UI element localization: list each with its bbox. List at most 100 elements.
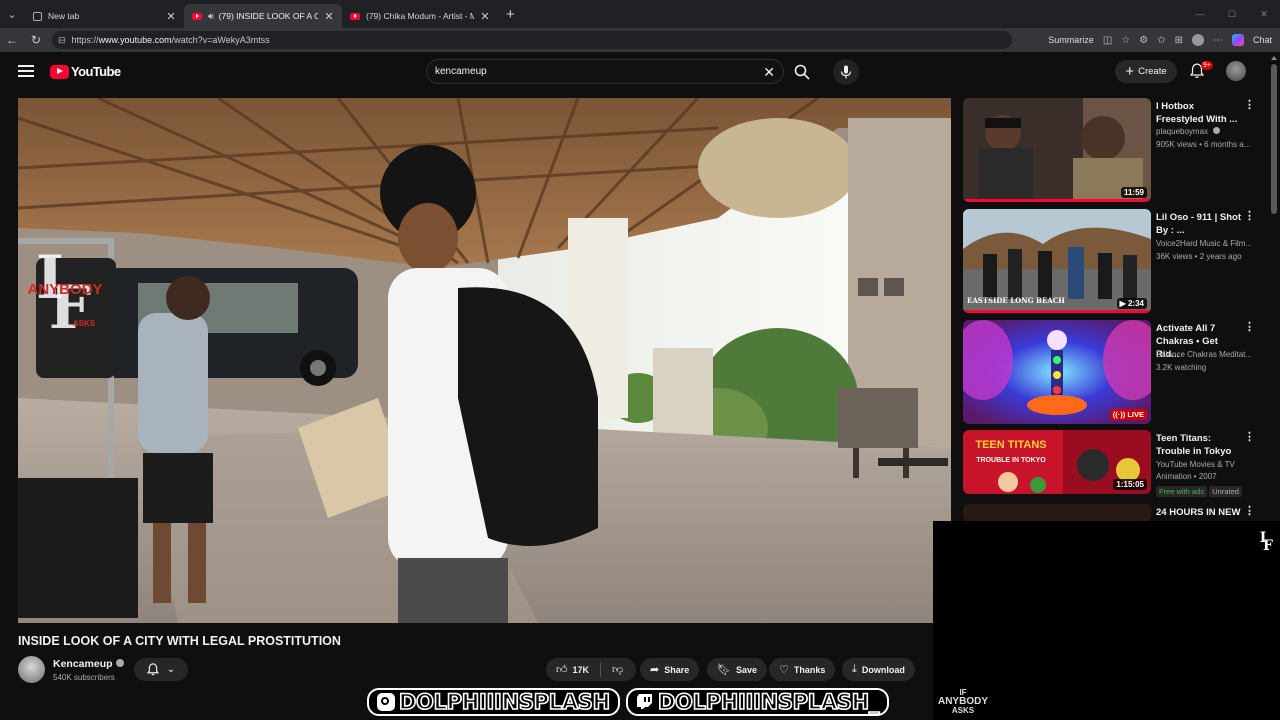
watch-progress-bar xyxy=(963,199,1151,202)
browser-tab-bar: ⌄ New tab ✕ 🔊︎ (79) INSIDE LOOK OF A CIT… xyxy=(0,0,1280,28)
tab-actions-chevron-icon[interactable]: ⌄ xyxy=(0,0,24,28)
favorite-star-icon[interactable]: ☆ xyxy=(1121,35,1130,46)
recommendation-channel[interactable]: Balance Chakras Meditat... xyxy=(1156,350,1251,359)
split-screen-icon[interactable]: ◫ xyxy=(1103,35,1112,46)
video-thumbnail[interactable]: TEEN TITANS TROUBLE IN TOKYO 1:15:05 xyxy=(963,430,1151,494)
back-arrow-icon[interactable]: ← xyxy=(0,33,24,47)
youtube-header: YouTube kencameup ✕ + Create 9+ xyxy=(0,52,1268,92)
search-button[interactable] xyxy=(788,59,816,84)
subscriber-count: 540K subscribers xyxy=(53,673,115,682)
bookmark-icon: 🔖︎ xyxy=(717,664,731,676)
channel-name[interactable]: Kencameup xyxy=(53,658,124,670)
recommendation-item[interactable]: 11:59 I Hotbox Freestyled With ... plaqu… xyxy=(963,98,1255,202)
recommendation-channel[interactable]: plaqueboymax xyxy=(1156,127,1251,136)
tab-new-tab[interactable]: New tab ✕ xyxy=(24,4,184,28)
window-controls: — ☐ ✕ xyxy=(1184,0,1280,28)
minimize-icon[interactable]: — xyxy=(1184,9,1216,19)
video-thumbnail[interactable]: 11:59 xyxy=(963,98,1151,202)
recommendation-meta: Animation • 2007 xyxy=(1156,472,1217,481)
chat-button[interactable]: Chat xyxy=(1253,35,1272,45)
close-window-icon[interactable]: ✕ xyxy=(1248,9,1280,20)
recommendation-tags: Free with ads Unrated xyxy=(1156,486,1251,497)
copilot-icon[interactable] xyxy=(1231,34,1244,46)
duration-badge: ▶︎ 2:34 xyxy=(1116,298,1147,309)
favorites-icon[interactable]: ✩ xyxy=(1157,35,1165,46)
clear-search-icon[interactable]: ✕ xyxy=(763,64,775,81)
video-thumbnail[interactable] xyxy=(963,504,1151,522)
video-thumbnail[interactable]: ((·)) LIVE xyxy=(963,320,1151,424)
collections-icon[interactable]: ⊞ xyxy=(1175,35,1183,46)
refresh-icon[interactable]: ↻ xyxy=(24,33,48,47)
search-query-text: kencameup xyxy=(435,66,487,77)
more-options-icon[interactable]: ⋮ xyxy=(1244,211,1255,222)
svg-text:F: F xyxy=(1263,538,1273,551)
share-button[interactable]: ➦ Share xyxy=(640,658,700,681)
instagram-handle: DOLPHIIINSPLASH xyxy=(366,688,620,716)
youtube-logo-text: YouTube xyxy=(71,64,121,79)
more-options-icon[interactable]: ⋮ xyxy=(1244,432,1255,443)
maximize-icon[interactable]: ☐ xyxy=(1216,9,1248,20)
url-text: https://www.youtube.com/watch?v=aWekyA3m… xyxy=(71,35,270,45)
like-dislike-group: 👍︎ 17K 👎︎ xyxy=(546,658,636,681)
recommendation-channel[interactable]: YouTube Movies & TV xyxy=(1156,460,1251,469)
verified-icon xyxy=(115,659,124,667)
bell-icon xyxy=(146,663,159,676)
video-player[interactable]: I F ANYBODY ASKS xyxy=(18,98,951,623)
thumbs-up-icon[interactable]: 👍︎ xyxy=(556,663,568,676)
recommendation-item[interactable]: ((·)) LIVE Activate All 7 Chakras • Get … xyxy=(963,320,1255,424)
recommendation-title[interactable]: Teen Titans: Trouble in Tokyo xyxy=(1156,432,1242,458)
recommendation-item[interactable]: 24 HOURS IN NEW ⋮ xyxy=(963,504,1253,522)
speaker-icon[interactable]: 🔊︎ xyxy=(208,11,214,22)
site-info-icon[interactable]: ⊟ xyxy=(58,35,66,46)
thumbs-down-icon[interactable]: 👎︎ xyxy=(612,663,623,676)
summarize-button[interactable]: Summarize xyxy=(1048,35,1094,45)
recommendation-title[interactable]: 24 HOURS IN NEW xyxy=(1156,506,1242,519)
create-label: Create xyxy=(1138,66,1167,77)
recommendation-item[interactable]: EASTSIDE LONG BEACH ▶︎ 2:34 Lil Oso - 91… xyxy=(963,209,1255,313)
new-tab-icon xyxy=(32,11,42,21)
account-avatar[interactable] xyxy=(1226,61,1246,81)
watch-progress-bar xyxy=(963,310,1151,313)
profile-avatar[interactable] xyxy=(1191,34,1204,46)
thanks-button[interactable]: ♡ Thanks xyxy=(769,658,836,681)
subscribed-button[interactable]: ⌄ xyxy=(134,658,188,681)
video-thumbnail[interactable]: EASTSIDE LONG BEACH ▶︎ 2:34 xyxy=(963,209,1151,313)
search-input[interactable]: kencameup ✕ xyxy=(426,59,784,84)
notifications-badge: 9+ xyxy=(1201,61,1213,70)
svg-text:EASTSIDE LONG BEACH: EASTSIDE LONG BEACH xyxy=(967,296,1065,305)
free-with-ads-tag: Free with ads xyxy=(1156,486,1208,497)
voice-search-button[interactable] xyxy=(833,59,859,85)
extensions-icon[interactable]: ⚙ xyxy=(1139,35,1148,46)
close-tab-icon[interactable]: ✕ xyxy=(480,10,490,23)
save-label: Save xyxy=(735,664,757,675)
menu-hamburger-icon[interactable] xyxy=(18,65,34,77)
url-field[interactable]: ⊟ https://www.youtube.com/watch?v=aWekyA… xyxy=(52,31,1012,49)
streamer-handles-bar: DOLPHIIINSPLASH DOLPHIIINSPLASH_ xyxy=(350,687,906,717)
duration-badge: 1:15:05 xyxy=(1113,479,1147,490)
youtube-logo[interactable]: YouTube xyxy=(50,64,121,79)
more-menu-icon[interactable]: ⋯ xyxy=(1213,35,1223,46)
tab-active-video[interactable]: 🔊︎ (79) INSIDE LOOK OF A CITY WITH LEGAL… xyxy=(184,4,342,28)
new-tab-plus-icon[interactable]: + xyxy=(506,6,515,23)
more-options-icon[interactable]: ⋮ xyxy=(1244,100,1255,111)
close-tab-icon[interactable]: ✕ xyxy=(324,10,334,23)
share-label: Share xyxy=(664,664,690,675)
scroll-up-arrow-icon[interactable] xyxy=(1271,56,1277,60)
scrollbar-thumb[interactable] xyxy=(1271,64,1277,214)
save-button[interactable]: 🔖︎ Save xyxy=(707,658,767,681)
recommendation-title[interactable]: Lil Oso - 911 | Shot By : ... xyxy=(1156,211,1242,237)
close-tab-icon[interactable]: ✕ xyxy=(166,10,176,23)
tab-chika-modum[interactable]: (79) Chika Modum - Artist - My Pr... ✕ xyxy=(342,4,498,28)
channel-avatar[interactable] xyxy=(18,656,45,683)
anybody-asks-watermark: I F ANYBODY ASKS xyxy=(27,254,102,340)
anybody-asks-logo-icon: I F xyxy=(1260,530,1273,551)
recommendation-meta: 3.2K watching xyxy=(1156,363,1207,372)
like-count[interactable]: 17K xyxy=(573,665,590,675)
more-options-icon[interactable]: ⋮ xyxy=(1244,322,1255,333)
recommendation-channel[interactable]: Voice2Hard Music & Film... xyxy=(1156,239,1251,248)
create-button[interactable]: + Create xyxy=(1115,60,1177,83)
more-options-icon[interactable]: ⋮ xyxy=(1244,506,1253,517)
recommendation-title[interactable]: I Hotbox Freestyled With ... xyxy=(1156,100,1242,126)
download-button[interactable]: ⤓ Download xyxy=(842,658,915,681)
chevron-down-icon: ⌄ xyxy=(166,664,176,675)
